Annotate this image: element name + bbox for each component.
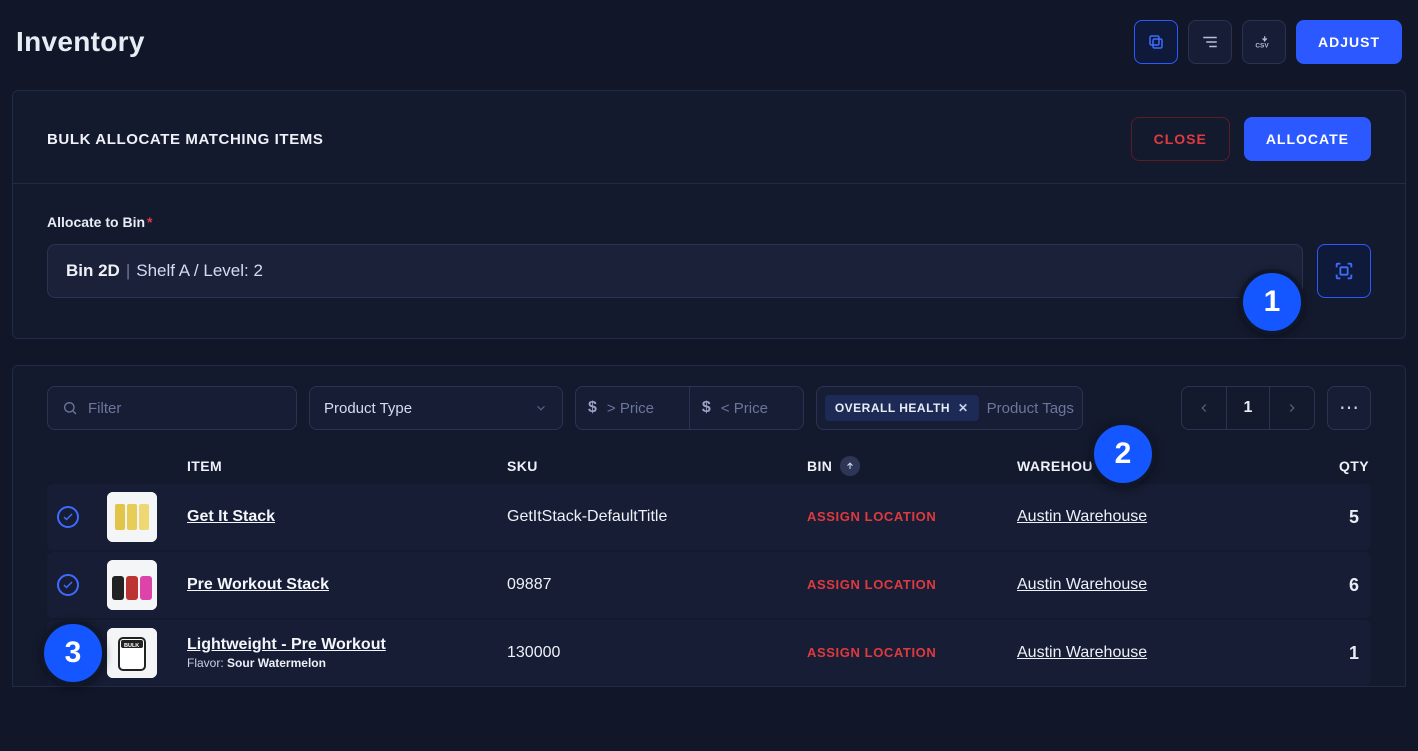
svg-text:BULK: BULK (124, 643, 139, 649)
item-sku: 09887 (507, 576, 807, 594)
item-qty: 1 (1237, 643, 1371, 664)
view-tree-button[interactable] (1188, 20, 1232, 64)
selected-bin-path: Shelf A / Level: 2 (136, 261, 263, 281)
pager-prev[interactable] (1182, 386, 1226, 430)
adjust-button[interactable]: ADJUST (1296, 20, 1402, 64)
pager: 1 (1181, 386, 1315, 430)
page-title: Inventory (16, 26, 145, 58)
warehouse-link[interactable]: Austin Warehouse (1017, 644, 1147, 661)
item-name-link[interactable]: Lightweight - Pre Workout (187, 636, 386, 653)
tree-icon (1201, 33, 1219, 51)
close-button[interactable]: CLOSE (1131, 117, 1230, 161)
bulk-allocate-title: BULK ALLOCATE MATCHING ITEMS (47, 131, 324, 148)
csv-export-icon: CSV (1254, 33, 1274, 51)
product-type-label: Product Type (324, 400, 412, 417)
tag-chip-label: OVERALL HEALTH (835, 401, 950, 415)
item-name-link[interactable]: Get It Stack (187, 508, 275, 525)
col-bin[interactable]: BIN (807, 456, 1017, 476)
assign-location-link[interactable]: ASSIGN LOCATION (807, 509, 936, 524)
row-select-checkbox[interactable] (57, 642, 79, 664)
price-min-input[interactable] (607, 400, 677, 417)
table-row: BULK Lightweight - Pre Workout Flavor: S… (47, 620, 1371, 686)
row-select-checkbox[interactable] (57, 574, 79, 596)
tag-remove-icon[interactable]: ✕ (958, 401, 969, 415)
svg-text:CSV: CSV (1255, 43, 1269, 50)
item-qty: 6 (1237, 575, 1371, 596)
bulk-allocate-header: BULK ALLOCATE MATCHING ITEMS CLOSE ALLOC… (13, 91, 1405, 184)
warehouse-link[interactable]: Austin Warehouse (1017, 576, 1147, 593)
dollar-icon: $ (702, 399, 711, 417)
allocate-bin-label: Allocate to Bin * (47, 214, 1371, 230)
bulk-allocate-panel: BULK ALLOCATE MATCHING ITEMS CLOSE ALLOC… (12, 90, 1406, 339)
view-grid-button[interactable] (1134, 20, 1178, 64)
item-sku: 130000 (507, 644, 807, 662)
allocate-bin-select[interactable]: Bin 2D | Shelf A / Level: 2 (47, 244, 1303, 298)
chevron-down-icon (534, 401, 548, 415)
dots-icon: ⋯ (1339, 398, 1359, 418)
table-row: Pre Workout Stack 09887 ASSIGN LOCATION … (47, 552, 1371, 618)
search-icon (62, 400, 78, 416)
copy-icon (1147, 33, 1165, 51)
selected-bin-name: Bin 2D (66, 261, 120, 281)
tag-chip-overall-health[interactable]: OVERALL HEALTH ✕ (825, 395, 979, 421)
filter-search[interactable] (47, 386, 297, 430)
selected-bin-pipe: | (126, 261, 130, 281)
filter-bar: Product Type $ $ OVERALL HEALTH ✕ Produc… (13, 366, 1405, 430)
inventory-table: ITEM SKU BIN WAREHOUSE QTY (13, 456, 1405, 686)
product-thumbnail (107, 560, 157, 610)
col-item[interactable]: ITEM (187, 458, 507, 474)
sort-asc-icon (840, 456, 860, 476)
item-qty: 5 (1237, 507, 1371, 528)
product-type-select[interactable]: Product Type (309, 386, 563, 430)
assign-location-link[interactable]: ASSIGN LOCATION (807, 645, 936, 660)
item-sku: GetItStack-DefaultTitle (507, 508, 807, 526)
required-asterisk: * (147, 214, 152, 230)
header-actions: CSV ADJUST (1134, 20, 1402, 64)
item-variant: Flavor: Sour Watermelon (187, 656, 507, 670)
product-tags-input[interactable]: OVERALL HEALTH ✕ Product Tags (816, 386, 1083, 430)
allocate-button[interactable]: ALLOCATE (1244, 117, 1371, 161)
pager-number: 1 (1226, 386, 1270, 430)
export-csv-button[interactable]: CSV (1242, 20, 1286, 64)
price-range: $ $ (575, 386, 804, 430)
page-header: Inventory CSV ADJUST (0, 0, 1418, 64)
item-name-link[interactable]: Pre Workout Stack (187, 576, 329, 593)
col-sku[interactable]: SKU (507, 458, 807, 474)
scan-icon (1333, 260, 1355, 282)
scan-bin-button[interactable] (1317, 244, 1371, 298)
inventory-list: Product Type $ $ OVERALL HEALTH ✕ Produc… (12, 365, 1406, 687)
row-select-checkbox[interactable] (57, 506, 79, 528)
product-tags-placeholder: Product Tags (987, 400, 1074, 417)
col-qty[interactable]: QTY (1237, 458, 1371, 474)
table-header: ITEM SKU BIN WAREHOUSE QTY (47, 456, 1371, 484)
pager-next[interactable] (1270, 386, 1314, 430)
more-actions-button[interactable]: ⋯ (1327, 386, 1371, 430)
product-thumbnail: BULK (107, 628, 157, 678)
dollar-icon: $ (588, 399, 597, 417)
table-row: Get It Stack GetItStack-DefaultTitle ASS… (47, 484, 1371, 550)
filter-input[interactable] (88, 400, 287, 417)
price-max-input[interactable] (721, 400, 791, 417)
col-warehouse[interactable]: WAREHOUSE (1017, 458, 1237, 474)
assign-location-link[interactable]: ASSIGN LOCATION (807, 577, 936, 592)
product-thumbnail (107, 492, 157, 542)
warehouse-link[interactable]: Austin Warehouse (1017, 508, 1147, 525)
